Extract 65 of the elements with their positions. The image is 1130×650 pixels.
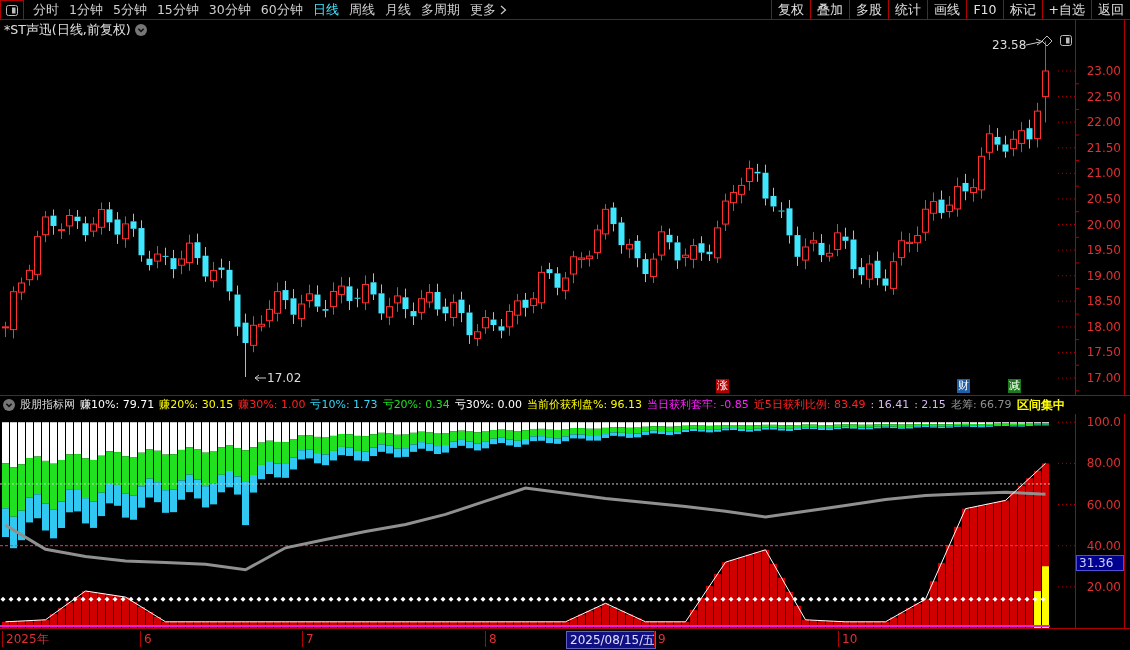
indicator-readout: 当前价获利盘%: 96.13 — [526, 396, 643, 413]
indicator-readout: 老筹: 66.79 — [950, 396, 1012, 413]
price-axis-label: 21.50 — [1086, 140, 1121, 155]
period-tab[interactable]: 周线 — [343, 0, 380, 19]
date-axis-label: 2025/08/15/五 — [566, 631, 657, 649]
indicator-axis-label: 40.00 — [1086, 538, 1121, 553]
price-axis-label: 23.00 — [1086, 64, 1121, 78]
date-axis-label: 7 — [302, 631, 314, 647]
event-badge: 财 — [957, 379, 970, 393]
event-badge: 涨 — [716, 379, 729, 393]
chevron-right-icon — [499, 4, 507, 15]
period-tab[interactable]: 更多 — [464, 0, 512, 19]
panel-toggle-icon[interactable] — [6, 4, 18, 16]
current-value-label: 31.36 — [1076, 555, 1124, 572]
diamond-icon — [1041, 35, 1053, 47]
price-axis-label: 17.00 — [1086, 371, 1121, 385]
indicator-axis-label: 20.00 — [1086, 579, 1121, 594]
period-tab[interactable]: 多周期 — [415, 0, 465, 19]
price-axis-label: 19.50 — [1086, 243, 1121, 258]
dropdown-icon[interactable] — [3, 399, 15, 411]
price-axis-label: 20.00 — [1086, 217, 1121, 232]
period-tab[interactable]: 月线 — [379, 0, 416, 19]
price-axis-label: 17.50 — [1086, 345, 1121, 360]
chart-title: *ST声迅(日线,前复权) — [4, 21, 131, 39]
price-axis-label: 22.00 — [1086, 115, 1121, 130]
low-price-label: 17.02 — [267, 371, 302, 385]
indicator-readout: 赚10%: 79.71 — [80, 396, 155, 413]
high-price-label: 23.58 — [992, 38, 1027, 52]
indicator-readout: 亏30%: 0.00 — [454, 396, 522, 413]
period-tab[interactable]: 15分钟 — [151, 0, 204, 19]
price-axis-label: 19.00 — [1086, 268, 1121, 283]
price-axis-label: 20.50 — [1086, 191, 1121, 206]
panel-toggle-icon[interactable] — [1060, 35, 1072, 46]
leader-line — [1025, 38, 1043, 46]
indicator-readout: 亏10%: 1.73 — [310, 396, 378, 413]
indicator-readout: 赚20%: 30.15 — [159, 396, 234, 413]
indicator-axis-label: 80.00 — [1086, 456, 1121, 471]
indicator-readout: 区间集中 — [1016, 397, 1065, 414]
period-tab[interactable]: 60分钟 — [255, 0, 308, 19]
period-tab[interactable]: 分时 — [28, 0, 64, 19]
date-axis-label: 9 — [654, 631, 666, 647]
date-axis-label: 6 — [140, 631, 152, 647]
indicator-readout: : 2.15 — [914, 396, 946, 413]
indicator-axis-label: 60.00 — [1086, 497, 1121, 512]
period-tab[interactable]: 日线 — [307, 0, 344, 19]
event-badge: 减 — [1008, 379, 1021, 393]
indicator-readout: 近5日获利比例: 83.49 — [753, 396, 866, 413]
indicator-readout: : 16.41 — [870, 396, 910, 413]
period-tab[interactable]: 30分钟 — [203, 0, 256, 19]
price-axis-label: 18.50 — [1086, 294, 1121, 309]
indicator-readout: 赚30%: 1.00 — [238, 396, 306, 413]
leader-line — [254, 374, 267, 382]
price-axis-label: 21.00 — [1086, 166, 1121, 181]
indicator-name: 股朋指标网 — [20, 396, 75, 413]
price-axis-label: 18.00 — [1086, 319, 1121, 334]
date-axis-label: 2025年 — [2, 631, 49, 647]
period-tab[interactable]: 1分钟 — [64, 0, 108, 19]
indicator-readout: 当日获利套牢: -0.85 — [647, 396, 749, 413]
date-axis-label: 10 — [838, 631, 858, 647]
indicator-readout: 亏20%: 0.34 — [382, 396, 450, 413]
date-axis-label: 8 — [485, 631, 497, 647]
indicator-axis-label: 100.0 — [1086, 415, 1121, 430]
price-axis-label: 22.50 — [1086, 89, 1121, 104]
period-tab[interactable]: 5分钟 — [107, 0, 152, 19]
dropdown-icon[interactable] — [134, 24, 147, 37]
